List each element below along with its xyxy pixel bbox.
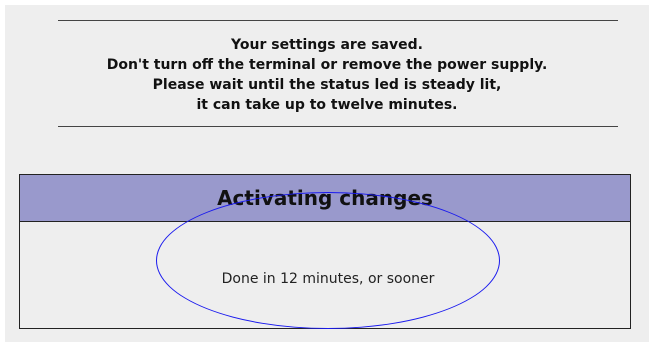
- top-divider: [58, 20, 618, 21]
- notice-line-duration: it can take up to twelve minutes.: [196, 97, 458, 113]
- highlight-oval: [156, 192, 500, 329]
- notice-line-saved: Your settings are saved.: [231, 37, 423, 53]
- saved-notice: Your settings are saved. Don't turn off …: [5, 35, 649, 115]
- notice-line-wait-led: Please wait until the status led is stea…: [152, 77, 502, 93]
- notice-line-power-warning: Don't turn off the terminal or remove th…: [106, 57, 548, 73]
- bottom-divider: [58, 126, 618, 127]
- activation-status-text: Done in 12 minutes, or sooner: [221, 271, 435, 287]
